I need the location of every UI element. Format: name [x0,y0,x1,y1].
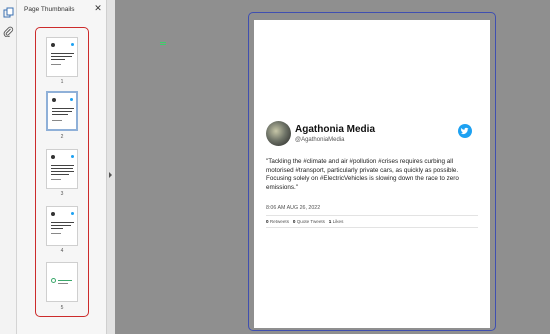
thumbnail-number: 3 [60,191,64,197]
thumbnail-number: 1 [60,79,64,85]
paperclip-icon[interactable] [2,25,15,38]
thumbnail-list: 1 2 3 4 5 [35,27,89,317]
page-thumbnail-5[interactable] [46,262,78,302]
divider [266,227,478,228]
close-icon[interactable]: ✕ [93,3,103,13]
author-name: Agathonia Media [295,124,376,135]
tweet-text: "Tackling the #climate and air #pollutio… [266,158,459,191]
retweets-label: Retweets [269,219,289,224]
page-thumbnail-1[interactable] [46,37,78,77]
equals-marker-icon [160,42,166,45]
likes-count: 1 [328,219,332,224]
avatar [266,121,291,146]
thumbnail-number: 4 [60,248,64,254]
copy-pages-icon[interactable] [2,6,15,19]
thumbnails-panel: Page Thumbnails ✕ 1 2 3 4 5 [17,0,107,334]
author-handle: @AgathoniaMedia [295,137,345,143]
tweet-stats: 0 Retweets 0 Quote Tweets 1 Likes [266,219,343,224]
panel-splitter[interactable] [107,0,115,334]
thumbnail-number: 2 [60,134,64,140]
left-toolbar [0,0,17,334]
likes-label: Likes [332,219,344,224]
retweets-count: 0 [266,219,269,224]
tweet-timestamp: 8:06 AM AUG 26, 2022 [266,205,321,211]
page-thumbnail-2[interactable] [46,91,78,131]
collapse-arrow-icon[interactable] [109,172,112,178]
page-thumbnail-4[interactable] [46,206,78,246]
quotes-count: 0 [292,219,296,224]
thumbnail-number: 5 [60,305,64,311]
quotes-label: Quote Tweets [296,219,325,224]
twitter-bird-icon [458,124,472,138]
page-thumbnail-3[interactable] [46,149,78,189]
panel-title: Page Thumbnails [24,6,75,13]
document-page[interactable]: Agathonia Media @AgathoniaMedia "Tacklin… [254,20,490,328]
divider [266,215,478,216]
pdf-viewer: Page Thumbnails ✕ 1 2 3 4 5 Agathonia Me… [0,0,550,334]
